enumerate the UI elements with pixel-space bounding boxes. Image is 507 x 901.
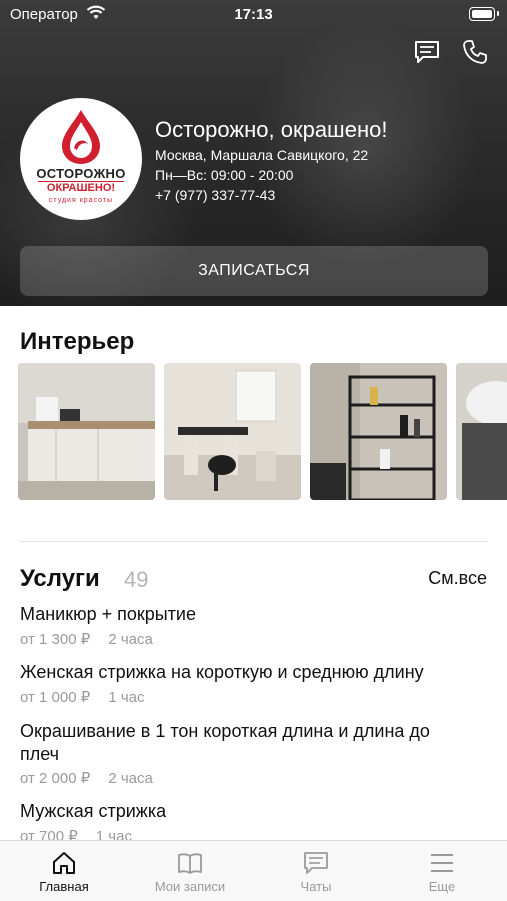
service-duration: 2 часа [108,631,153,648]
service-duration: 1 час [108,689,145,706]
tab-bar: Главная Мои записи Чаты Еще [0,840,507,901]
logo-text-1: ОСТОРОЖНО [36,166,126,181]
services-count: 49 [124,567,149,592]
section-divider [20,541,487,542]
salon-hours: Пн—Вс: 09:00 - 20:00 [155,167,294,183]
tab-label: Чаты [300,879,332,894]
service-name[interactable]: Женская стрижка на короткую и среднюю дл… [20,661,490,684]
phone-icon[interactable] [461,38,489,66]
interior-gallery[interactable] [18,363,507,500]
drop-logo-icon [62,110,100,164]
tab-label: Еще [428,879,456,894]
service-meta: от 1 000 ₽ 1 час [20,688,144,706]
interior-photo[interactable] [310,363,447,500]
tab-chats[interactable]: Чаты [253,841,379,901]
tab-label: Мои записи [154,879,226,894]
salon-name: Осторожно, окрашено! [155,117,388,142]
home-icon [53,852,75,874]
interior-title: Интерьер [20,328,135,355]
logo-text-3: студия красоты [48,197,114,204]
service-name[interactable]: Мужская стрижка [20,800,490,823]
tab-home[interactable]: Главная [1,841,127,901]
see-all-link[interactable]: См.все [428,568,487,589]
salon-header: Оператор 17:13 ОСТОРОЖНО ОКРАШЕНО! студи… [0,0,507,306]
salon-address[interactable]: Москва, Маршала Савицкого, 22 [155,147,368,163]
message-icon[interactable] [413,38,441,66]
interior-photo[interactable] [164,363,301,500]
book-icon [178,853,202,874]
tab-label: Главная [39,879,89,894]
service-meta: от 2 000 ₽ 2 часа [20,769,153,787]
service-price: от 1 300 ₽ [20,631,91,648]
book-button[interactable]: ЗАПИСАТЬСЯ [20,246,488,296]
interior-photo[interactable] [18,363,155,500]
battery-icon [469,7,499,21]
services-title: Услуги [20,565,100,592]
menu-icon [431,854,453,872]
salon-phone[interactable]: +7 (977) 337-77-43 [155,187,275,203]
tab-more[interactable]: Еще [379,841,505,901]
logo-text-2: ОКРАШЕНО! [38,181,124,194]
clock: 17:13 [234,6,273,23]
service-duration: 2 часа [108,770,153,787]
service-price: от 1 000 ₽ [20,689,91,706]
status-bar: Оператор 17:13 [0,0,507,28]
salon-logo: ОСТОРОЖНО ОКРАШЕНО! студия красоты [20,98,142,220]
service-price: от 2 000 ₽ [20,770,91,787]
chat-icon [304,852,328,874]
tab-bookings[interactable]: Мои записи [127,841,253,901]
service-name[interactable]: Маникюр + покрытие [20,603,490,626]
service-meta: от 1 300 ₽ 2 часа [20,630,153,648]
interior-photo[interactable] [456,363,507,500]
service-name[interactable]: Окрашивание в 1 тон короткая длина и дли… [20,720,460,766]
